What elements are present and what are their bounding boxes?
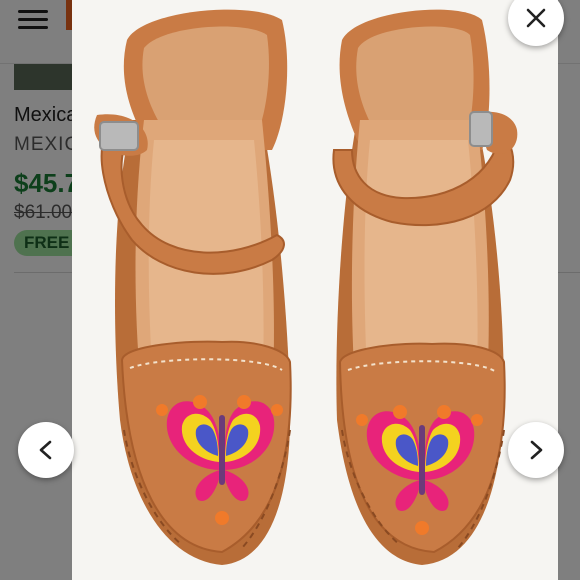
close-icon: [526, 8, 546, 28]
lightbox-image: [72, 0, 558, 580]
product-photo: [72, 0, 558, 580]
chevron-right-icon: [530, 440, 543, 460]
previous-image-button[interactable]: [18, 422, 74, 478]
next-image-button[interactable]: [508, 422, 564, 478]
chevron-left-icon: [39, 440, 52, 460]
